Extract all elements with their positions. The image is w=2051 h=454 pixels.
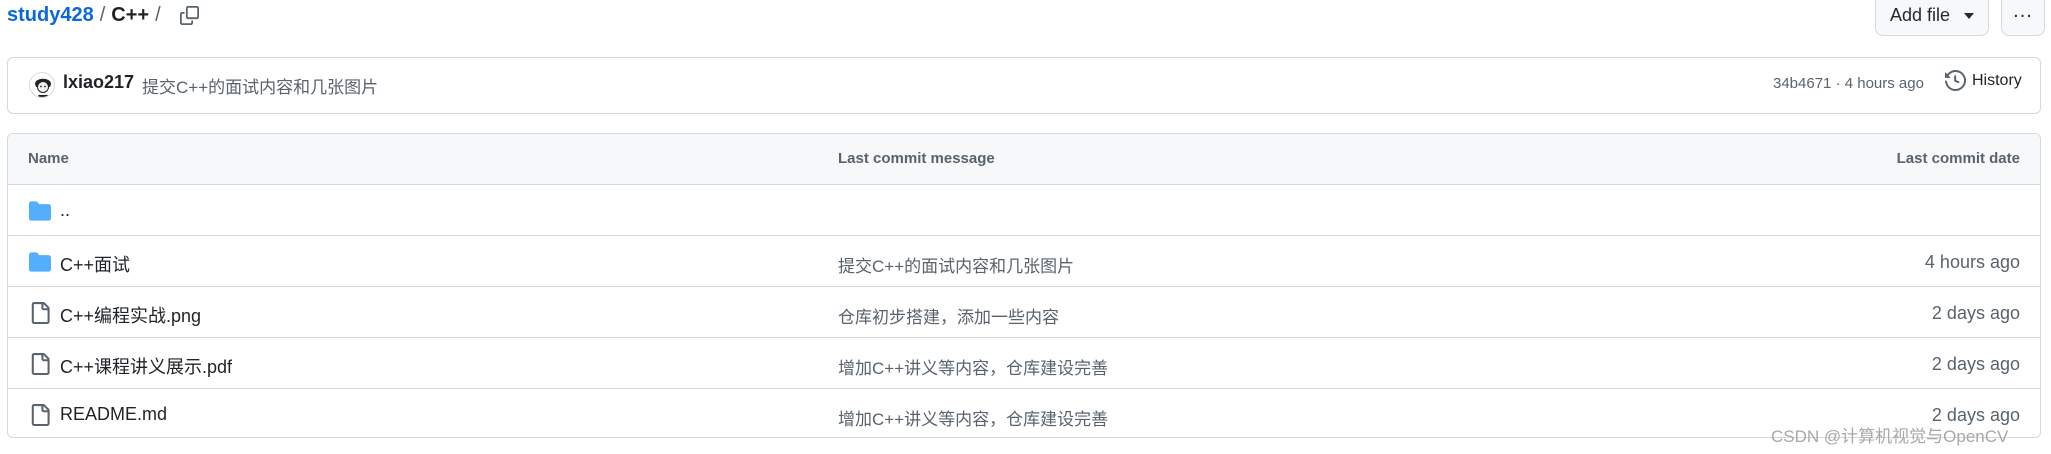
commit-message-link[interactable]: 提交C++的面试内容和几张图片 xyxy=(838,252,1074,277)
copy-icon xyxy=(179,5,199,25)
table-row[interactable]: C++课程讲义展示.pdf 增加C++讲义等内容，仓库建设完善 2 days a… xyxy=(8,338,2040,389)
file-icon xyxy=(29,404,51,426)
commit-date: 4 hours ago xyxy=(1924,252,2020,272)
breadcrumb-separator: / xyxy=(99,3,106,26)
top-bar: study428 / C++ / Add file ... xyxy=(0,0,2051,40)
add-file-button[interactable]: Add file xyxy=(1875,0,1989,36)
author-avatar[interactable] xyxy=(29,72,55,98)
table-row[interactable]: C++面试 提交C++的面试内容和几张图片 4 hours ago xyxy=(8,236,2040,287)
column-header-last-commit-date: Last commit date xyxy=(1896,150,2020,167)
commit-message-link[interactable]: 增加C++讲义等内容，仓库建设完善 xyxy=(838,354,1108,379)
file-name-link[interactable]: C++课程讲义展示.pdf xyxy=(60,353,232,379)
table-row[interactable]: README.md 增加C++讲义等内容，仓库建设完善 2 days ago xyxy=(8,389,2040,437)
file-name-link[interactable]: .. xyxy=(60,200,70,221)
add-file-label: Add file xyxy=(1889,4,1951,25)
column-header-last-commit-message: Last commit message xyxy=(838,150,995,167)
breadcrumb-current-folder: C++ xyxy=(111,3,150,26)
commit-date: 2 days ago xyxy=(1931,354,2020,374)
watermark: CSDN @计算机视觉与OpenCV xyxy=(1771,427,2009,446)
file-icon xyxy=(29,353,51,375)
history-button[interactable]: History xyxy=(1945,70,2022,91)
commit-author-link[interactable]: lxiao217 xyxy=(63,72,134,93)
history-label: History xyxy=(1972,71,2022,89)
table-row-parent-directory[interactable]: .. xyxy=(8,185,2040,236)
avatar-image-icon xyxy=(30,73,54,97)
table-header: Name Last commit message Last commit dat… xyxy=(8,134,2040,185)
copy-path-button[interactable] xyxy=(176,2,202,28)
file-name-link[interactable]: C++面试 xyxy=(60,251,130,277)
more-options-button[interactable]: ... xyxy=(2001,0,2045,36)
breadcrumb: study428 / C++ / xyxy=(7,2,161,28)
commit-message-link[interactable]: 仓库初步搭建，添加一些内容 xyxy=(838,303,1059,328)
latest-commit-box: lxiao217 提交C++的面试内容和几张图片 34b4671 · 4 hou… xyxy=(7,57,2041,114)
column-header-name: Name xyxy=(28,150,69,167)
commit-date: 2 days ago xyxy=(1931,303,2020,323)
commit-sha-time[interactable]: 34b4671 · 4 hours ago xyxy=(1773,75,1924,92)
file-name-link[interactable]: C++编程实战.png xyxy=(60,302,201,328)
file-icon xyxy=(29,302,51,324)
history-icon xyxy=(1945,70,1966,91)
breadcrumb-separator: / xyxy=(155,3,161,26)
folder-icon xyxy=(29,251,51,273)
commit-message-link[interactable]: 增加C++讲义等内容，仓库建设完善 xyxy=(838,405,1108,430)
file-table: Name Last commit message Last commit dat… xyxy=(7,133,2041,438)
table-row[interactable]: C++编程实战.png 仓库初步搭建，添加一些内容 2 days ago xyxy=(8,287,2040,338)
caret-down-icon xyxy=(1964,13,1975,19)
breadcrumb-repo-link[interactable]: study428 xyxy=(7,4,94,27)
file-name-link[interactable]: README.md xyxy=(60,404,167,425)
commit-message-link[interactable]: 提交C++的面试内容和几张图片 xyxy=(142,73,378,98)
folder-icon xyxy=(29,200,51,222)
